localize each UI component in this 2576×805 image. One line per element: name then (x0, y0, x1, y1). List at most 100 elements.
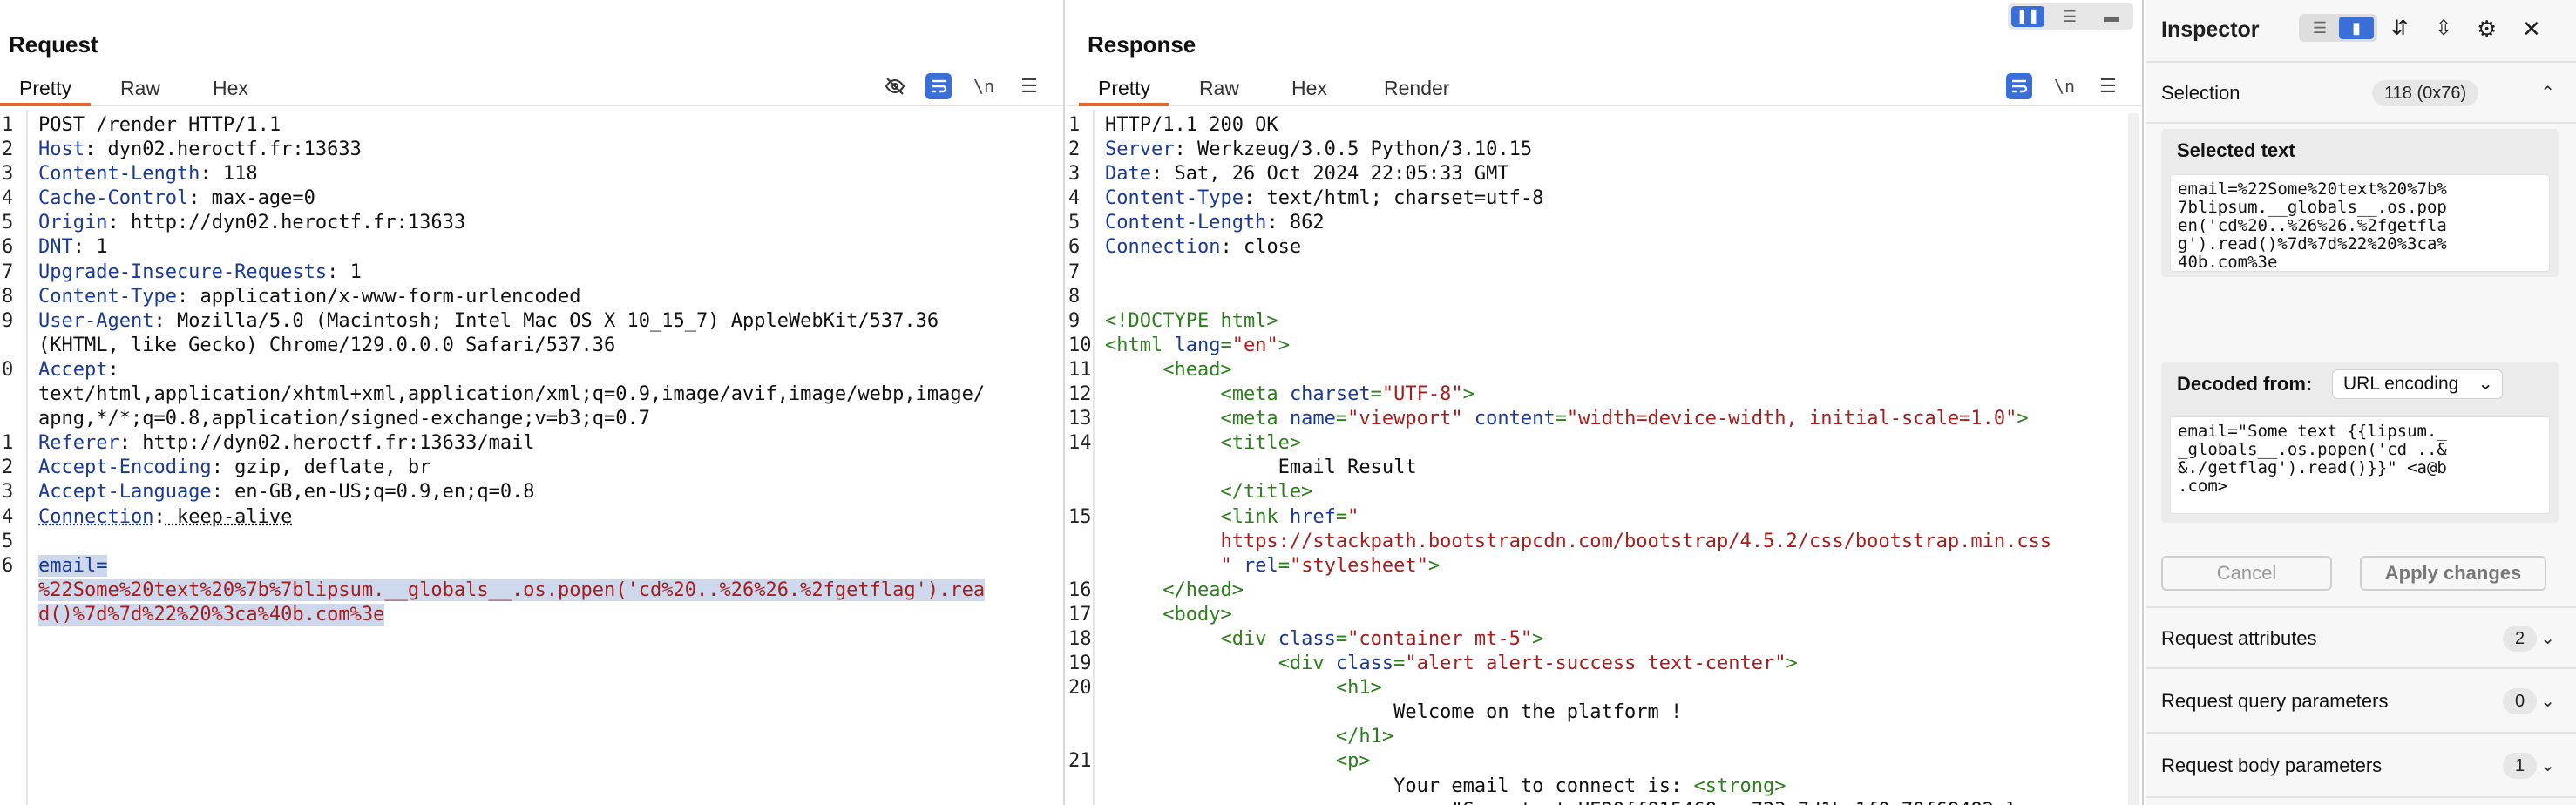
header-colon: : (72, 236, 85, 259)
line-content: Connection: keep-alive (38, 506, 292, 528)
header-value: Werkzeug/3.0.5 Python/3.10.15 (1185, 139, 1533, 161)
code-line: 19 <div class="alert alert-success text-… (1068, 652, 2126, 676)
selected-text-card: Selected text email=%22Some%20text%20%7b… (2161, 129, 2559, 277)
html-text (1105, 408, 1220, 430)
html-attribute: name (1289, 408, 1336, 430)
header-name: Connection (38, 505, 154, 528)
code-line: 2 Accept-Encoding: gzip, deflate, br (2, 456, 1047, 480)
code-line: 2 Server: Werkzeug/3.0.5 Python/3.10.15 (1068, 138, 2126, 162)
line-content: d()%7d%7d%22%20%3ca%40b.com%3e (38, 603, 385, 626)
html-tag: <!DOCTYPE html> (1105, 309, 1278, 332)
request-body-parameters-section[interactable]: Request body parameters 1 ⌄ (2146, 735, 2576, 798)
layout-side-by-side-icon[interactable]: ❚❚ (2011, 6, 2044, 27)
header-colon: : (1243, 187, 1256, 210)
close-icon[interactable]: ✕ (2522, 16, 2541, 42)
line-number: 12 (1068, 383, 1092, 406)
decoded-card: Decoded from: URL encoding ⌄ email="Some … (2161, 362, 2559, 523)
header-value: 862 (1278, 212, 1325, 234)
html-text (1105, 555, 1220, 577)
code-line: 8 Content-Type: application/x-www-form-ur… (2, 285, 1047, 309)
request-tab-pretty[interactable]: Pretty (0, 73, 92, 106)
cancel-button[interactable]: Cancel (2161, 556, 2332, 591)
selection-section[interactable]: Selection 118 (0x76) ⌃ (2146, 61, 2576, 124)
html-tag: <meta (1220, 408, 1290, 430)
header-colon: : (176, 285, 189, 308)
response-tab-hex[interactable]: Hex (1272, 73, 1346, 106)
line-number: 7 (1068, 260, 1081, 283)
html-tag (1463, 408, 1474, 430)
line-content: Origin: http://dyn02.heroctf.fr:13633 (38, 212, 465, 233)
newline-toggle[interactable]: \n (971, 73, 997, 99)
selected-text-value[interactable]: email=%22Some%20text%20%7b% 7blipsum.__g… (2170, 174, 2550, 272)
header-value: max-age=0 (200, 187, 315, 210)
response-scrollbar[interactable] (2128, 113, 2139, 805)
line-content: apng,*/*;q=0.8,application/signed-exchan… (38, 408, 650, 430)
line-number: 4 (1068, 187, 1081, 210)
response-tab-raw[interactable]: Raw (1180, 73, 1258, 106)
chevron-up-icon[interactable]: ⌃ (2540, 82, 2555, 104)
wrap-icon[interactable] (2006, 73, 2032, 99)
code-line: apng,*/*;q=0.8,application/signed-exchan… (38, 407, 1047, 431)
header-value: en-GB,en-US;q=0.9,en;q=0.8 (222, 481, 535, 504)
html-tag: <meta (1220, 383, 1290, 406)
header-name: Content-Type (38, 285, 177, 308)
response-tab-render[interactable]: Render (1365, 73, 1468, 106)
request-tab-hex[interactable]: Hex (193, 73, 268, 106)
header-colon: : (1266, 212, 1278, 234)
code-line: 18 <div class="container mt-5"> (1068, 627, 2126, 652)
panel-view-icon[interactable]: ▮ (2339, 17, 2374, 39)
menu-icon[interactable]: ☰ (1016, 73, 1042, 99)
response-code[interactable]: 1 HTTP/1.1 200 OK 2 Server: Werkzeug/3.0.5 … (1068, 113, 2126, 805)
apply-changes-button[interactable]: Apply changes (2360, 556, 2546, 591)
code-line: 4 Cache-Control: max-age=0 (2, 186, 1047, 211)
html-tag: = (1370, 383, 1382, 406)
section-label: Request query parameters (2161, 690, 2389, 712)
encoding-dropdown[interactable]: URL encoding ⌄ (2332, 369, 2503, 399)
chevron-down-icon[interactable]: ⌄ (2540, 754, 2555, 776)
encoding-value: URL encoding (2343, 374, 2459, 394)
gear-icon[interactable]: ⚙ (2477, 16, 2497, 42)
request-editor[interactable]: 1 POST /render HTTP/1.1 2 Host: dyn02.heroc… (0, 110, 1063, 805)
html-string: " (1220, 554, 1232, 577)
header-colon: : (327, 260, 339, 283)
line-content: (KHTML, like Gecko) Chrome/129.0.0.0 Saf… (38, 335, 615, 356)
code-line: </h1> (1105, 725, 2126, 749)
html-text (1105, 432, 1220, 454)
html-tag: = (1220, 334, 1232, 356)
list-view-icon[interactable]: ☰ (2302, 17, 2337, 39)
html-attribute: class (1278, 627, 1336, 650)
code-line: 20 <h1> (1068, 676, 2126, 700)
chevron-down-icon[interactable]: ⌄ (2540, 690, 2555, 712)
expand-all-icon[interactable]: ⇵ (2391, 16, 2409, 42)
decoded-text-value[interactable]: email="Some text {{lipsum._ _globals__.o… (2170, 416, 2550, 514)
header-value: gzip, deflate, br (222, 457, 431, 479)
html-tag: = (1335, 505, 1348, 528)
line-number: 11 (1068, 358, 1092, 381)
html-string: https://stackpath.bootstrapcdn.com/boots… (1220, 530, 2052, 552)
line-number: 8 (2, 285, 14, 308)
request-code[interactable]: 1 POST /render HTTP/1.1 2 Host: dyn02.heroc… (2, 113, 1047, 627)
code-line: 17 <body> (1068, 603, 2126, 627)
layout-tabs-icon[interactable]: ▬ (2095, 6, 2128, 27)
html-text (1105, 628, 1220, 650)
eye-off-icon[interactable] (882, 73, 908, 99)
header-name: DNT (38, 236, 73, 259)
line-content: Host: dyn02.heroctf.fr:13633 (38, 139, 362, 160)
header-value: dyn02.heroctf.fr:13633 (96, 139, 362, 161)
request-query-parameters-section[interactable]: Request query parameters 0 ⌄ (2146, 671, 2576, 734)
request-tab-raw[interactable]: Raw (101, 73, 180, 106)
request-attributes-section[interactable]: Request attributes 2 ⌄ (2146, 606, 2576, 669)
layout-stacked-icon[interactable]: ☰ (2053, 6, 2086, 27)
menu-icon[interactable]: ☰ (2095, 73, 2121, 99)
code-line: 6 Connection: close (1068, 235, 2126, 260)
collapse-all-icon[interactable]: ⇳ (2435, 16, 2452, 42)
html-text (1105, 481, 1220, 503)
newline-toggle[interactable]: \n (2051, 73, 2078, 99)
header-value: application/x-www-form-urlencoded (188, 285, 581, 308)
response-tab-pretty[interactable]: Pretty (1079, 73, 1170, 106)
response-editor[interactable]: 1 HTTP/1.1 200 OK 2 Server: Werkzeug/3.0.5 … (1067, 110, 2142, 805)
header-colon: : (119, 432, 131, 455)
wrap-icon[interactable] (925, 73, 952, 99)
chevron-down-icon[interactable]: ⌄ (2540, 627, 2555, 649)
header-value: Sat, 26 Oct 2024 22:05:33 GMT (1163, 163, 1509, 186)
